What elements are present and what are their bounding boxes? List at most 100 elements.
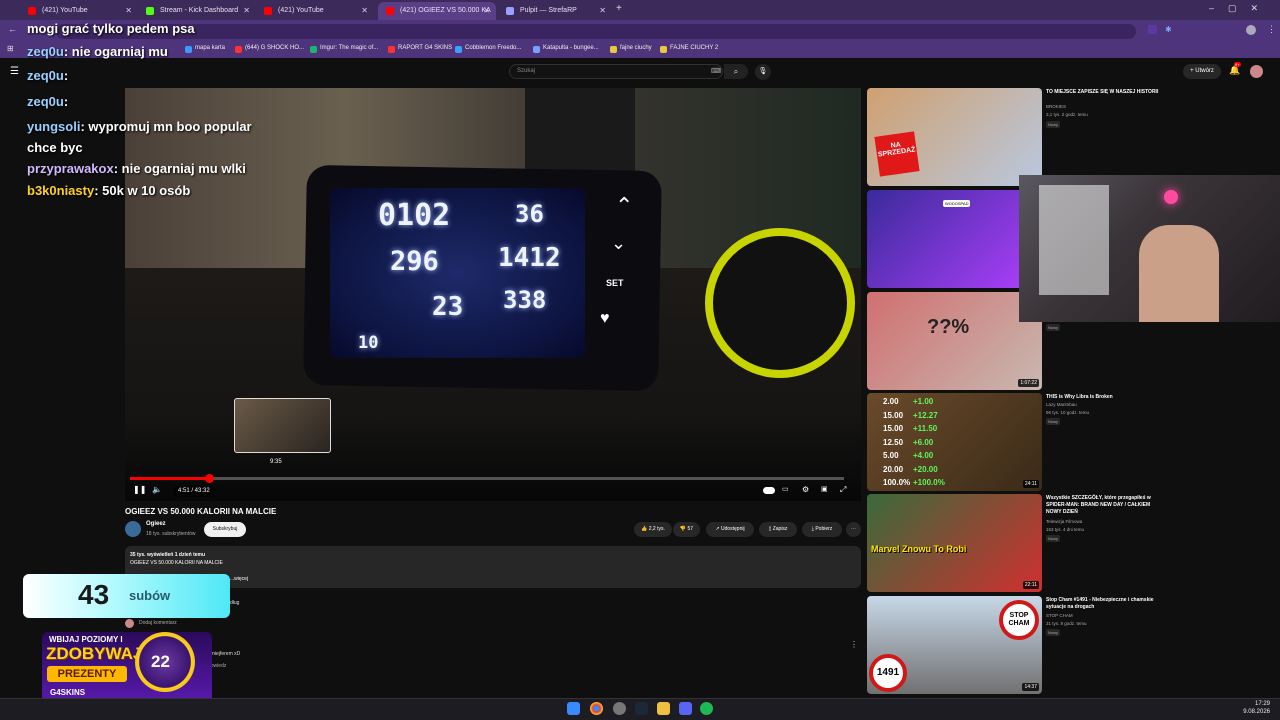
thumbnail-caption: ??% xyxy=(927,316,970,338)
recommended-meta: 96 tys. 10 godz. temu xyxy=(1046,410,1090,415)
video-duration: 24:11 xyxy=(1022,480,1039,488)
recommended-title[interactable]: Stop Cham #1491 - Niebezpieczne i chamsk… xyxy=(1046,597,1166,611)
close-icon[interactable]: ✕ xyxy=(243,2,250,20)
system-clock[interactable]: 17:29 9.08.2026 xyxy=(1243,700,1270,716)
tab-youtube-2[interactable]: (421) YouTube ✕ xyxy=(256,2,374,20)
chat-message: zeq0u: xyxy=(27,68,68,83)
settings-gear-icon[interactable]: ⚙ xyxy=(802,485,809,494)
recommended-title[interactable]: THIS is Why Libra is Broken xyxy=(1046,394,1166,401)
recommended-thumbnail[interactable]: Marvel Znowu To Robi 22:11 xyxy=(867,494,1042,592)
chat-username: yungsoli xyxy=(27,119,81,134)
bookmark-item[interactable]: mapa karta xyxy=(185,45,225,53)
omnibox[interactable] xyxy=(56,24,1136,39)
lcd-level: 10 xyxy=(358,333,379,353)
recommended-channel[interactable]: Telewizja Filmowa xyxy=(1046,519,1082,524)
bookmark-item[interactable]: Imgur: The magic of... xyxy=(310,45,378,53)
chat-message: chce byc xyxy=(27,140,83,155)
file-explorer-icon[interactable] xyxy=(657,702,670,715)
progress-bar[interactable] xyxy=(130,477,844,480)
autoplay-toggle[interactable] xyxy=(763,487,775,494)
more-actions-icon[interactable]: ⋯ xyxy=(846,522,861,537)
account-avatar[interactable] xyxy=(1250,65,1263,78)
youtube-favicon-icon xyxy=(386,7,394,15)
volume-icon[interactable]: 🔈 xyxy=(152,485,162,494)
tab-title: (421) YouTube xyxy=(278,7,324,14)
pause-icon[interactable]: ❚❚ xyxy=(133,485,146,494)
recommended-thumbnail[interactable]: ??% 1:07:22 xyxy=(867,292,1042,390)
recommended-thumbnail[interactable]: STOP CHAM 1491 14:37 xyxy=(867,596,1042,694)
chrome-icon[interactable] xyxy=(590,702,603,715)
recommended-channel[interactable]: Lazy Marimbau xyxy=(1046,402,1077,407)
profile-avatar[interactable] xyxy=(1246,25,1256,35)
libra-value: 12.50 xyxy=(883,437,904,447)
add-comment-input[interactable]: Dodaj komentarz xyxy=(139,620,177,626)
steam-icon[interactable] xyxy=(635,702,648,715)
back-arrow-icon[interactable]: ← xyxy=(8,24,17,34)
recommended-title[interactable]: Wszystkie SZCZEGÓŁY, które przegapiłeś w… xyxy=(1046,495,1166,516)
lcd-watts: 338 xyxy=(503,286,547,314)
save-button[interactable]: ▯ Zapisz xyxy=(759,522,797,537)
microphone-icon[interactable]: 🎙 xyxy=(755,64,771,80)
libra-value: 20.00 xyxy=(883,464,904,474)
recommended-thumbnail[interactable]: NA SPRZEDAŻ xyxy=(867,88,1042,186)
new-tab-button[interactable]: + xyxy=(616,3,622,14)
miniplayer-icon[interactable]: ▣ xyxy=(821,485,828,493)
tab-current-video[interactable]: (421) OGIEEZ VS 50.000 KA ✕ xyxy=(378,2,496,20)
tab-strefarp[interactable]: Pulpit — StrefaRP ✕ xyxy=(498,2,612,20)
bookmark-item[interactable]: fajne ciuchy xyxy=(610,45,652,53)
create-button[interactable]: + Utwórz xyxy=(1183,64,1221,79)
channel-avatar[interactable] xyxy=(125,521,141,537)
recommended-channel[interactable]: BROKIES xyxy=(1046,104,1066,109)
libra-bonus-value: +6.00 xyxy=(913,437,934,447)
search-icon[interactable]: ⌕ xyxy=(724,64,748,79)
close-icon[interactable]: ✕ xyxy=(483,2,490,20)
share-button[interactable]: ↗ Udostępnij xyxy=(706,522,754,537)
tab-kick-dashboard[interactable]: Stream - Kick Dashboard ✕ xyxy=(138,2,256,20)
tab-youtube-1[interactable]: (421) YouTube ✕ xyxy=(20,2,138,20)
stop-cham-sign: STOP CHAM xyxy=(999,600,1039,640)
webcam-background xyxy=(1039,185,1109,295)
recommended-thumbnail[interactable]: 2.00 15.00 15.00 12.50 5.00 20.00 100.0% +1.00… xyxy=(867,393,1042,491)
search-input[interactable]: Szukaj xyxy=(509,64,723,79)
fullscreen-icon[interactable]: ⤢ xyxy=(840,485,846,495)
close-icon[interactable]: ✕ xyxy=(125,2,132,20)
menu-dots-icon[interactable]: ⋮ xyxy=(1267,24,1276,35)
thumbnail-caption: WODOSPAD xyxy=(943,200,971,207)
save-label: Zapisz xyxy=(772,526,788,532)
progress-scrubber[interactable] xyxy=(205,474,214,483)
recommended-channel[interactable]: STOP CHAM xyxy=(1046,613,1073,618)
download-button[interactable]: ⤓ Pobierz xyxy=(802,522,842,537)
dislike-button[interactable]: 👎 57 xyxy=(673,522,700,537)
obs-icon[interactable] xyxy=(613,702,626,715)
comment-menu-icon[interactable]: ⋮ xyxy=(850,640,858,649)
libra-value: 100.0% xyxy=(883,478,911,487)
bookmark-item[interactable]: FAJNE CIUCHY 2 xyxy=(660,45,718,53)
chat-text: : xyxy=(63,94,69,109)
keyboard-icon[interactable]: ⌨ xyxy=(711,67,721,75)
windows-start-icon[interactable] xyxy=(567,702,580,715)
recommended-thumbnail[interactable]: WODOSPAD xyxy=(867,190,1042,288)
subscribe-button[interactable]: Subskrybuj xyxy=(204,522,246,537)
bookmark-item[interactable]: RAPORT G4 SKINS xyxy=(388,45,452,53)
extension-icon[interactable] xyxy=(1148,25,1157,34)
subtitles-icon[interactable]: ▭ xyxy=(782,485,789,493)
comment-text: omiejferem xD xyxy=(208,651,241,657)
close-icon[interactable]: ✕ xyxy=(599,2,606,20)
discord-icon[interactable] xyxy=(679,702,692,715)
bookmark-item[interactable]: Katapulta - bungee... xyxy=(533,45,599,53)
kick-favicon-icon xyxy=(146,7,154,15)
channel-name[interactable]: Ogieez xyxy=(146,521,166,527)
window-controls[interactable]: –▢✕ xyxy=(1209,3,1272,14)
apps-grid-icon[interactable]: ⊞ xyxy=(7,44,14,53)
bookmark-item[interactable]: Cobblemon Freedo... xyxy=(455,45,521,53)
chat-username: zeq0u xyxy=(27,68,64,83)
clock-date: 9.08.2026 xyxy=(1243,709,1270,715)
bookmark-item[interactable]: (644) G SHOCK HO... xyxy=(235,45,304,53)
extension-icon[interactable]: ✱ xyxy=(1165,25,1172,34)
hamburger-menu-icon[interactable]: ☰ xyxy=(10,66,19,77)
close-icon[interactable]: ✕ xyxy=(361,2,368,20)
recommended-title[interactable]: TO MIEJSCE ZAPISZE SIĘ W NASZEJ HISTORII xyxy=(1046,89,1166,96)
spotify-icon[interactable] xyxy=(700,702,713,715)
description-more-link[interactable]: ...więcej xyxy=(230,576,248,582)
like-button[interactable]: 👍 2,2 tys. xyxy=(634,522,672,537)
